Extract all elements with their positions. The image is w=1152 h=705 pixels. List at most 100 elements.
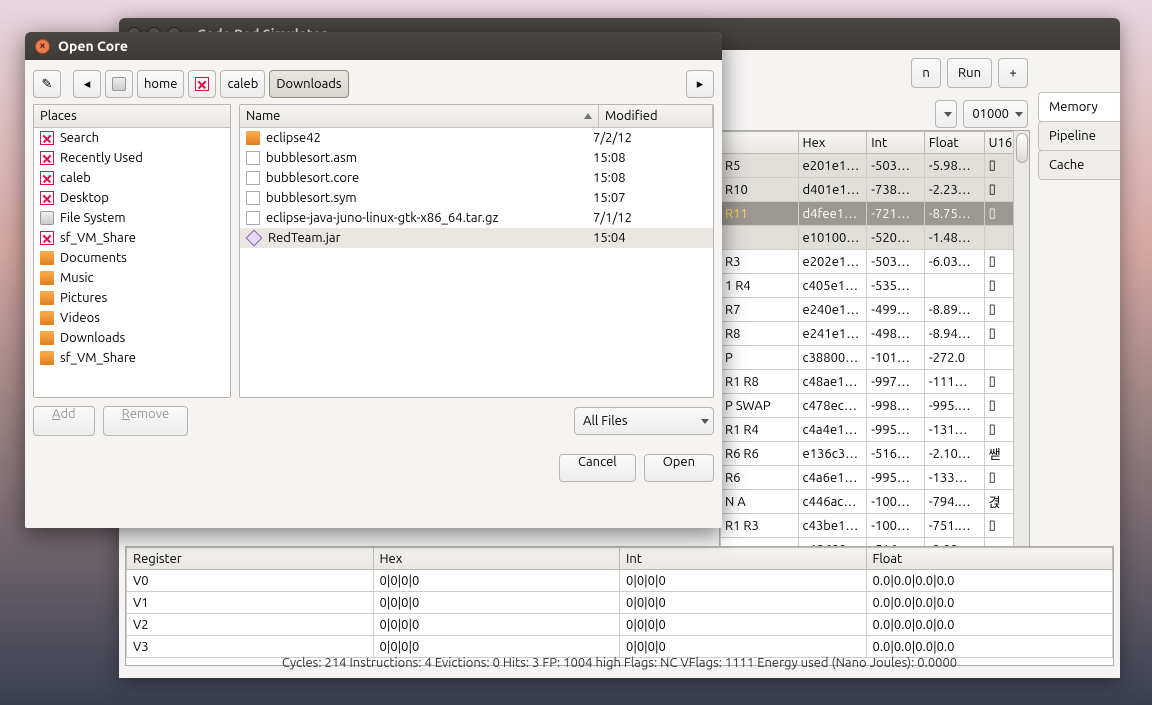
cancel-button[interactable]: Cancel	[559, 454, 636, 482]
address-value: 01000	[972, 107, 1009, 121]
col-name[interactable]: Name	[240, 105, 599, 127]
path-segment-downloads[interactable]: Downloads	[269, 70, 348, 98]
folder-icon	[40, 251, 54, 265]
file-modified: 15:08	[593, 171, 707, 185]
path-segment-home[interactable]: home	[137, 70, 184, 98]
mem-row[interactable]: R7e240e1…-499…-8.89…▯	[721, 298, 1029, 322]
register-table: RegisterHexIntFloat V00|0|0|00|0|0|00.0|…	[125, 546, 1114, 666]
path-root-button[interactable]	[105, 70, 133, 98]
place-label: sf_VM_Share	[60, 351, 136, 365]
mem-row[interactable]: P SWAPc478ec…-998…-995.…▯	[721, 394, 1029, 418]
reg-col[interactable]: Float	[866, 548, 1113, 570]
place-item[interactable]: Desktop	[34, 188, 230, 208]
file-row[interactable]: bubblesort.sym15:07	[240, 188, 713, 208]
mem-row[interactable]: R5e201e1…-503…-5.98…▯	[721, 154, 1029, 178]
reg-row[interactable]: V20|0|0|00|0|0|00.0|0.0|0.0|0.0	[127, 614, 1113, 636]
edit-path-button[interactable]: ✎	[33, 70, 61, 98]
place-item[interactable]: sf_VM_Share	[34, 228, 230, 248]
places-buttons: Add Remove All Files	[25, 398, 722, 444]
reg-row[interactable]: V30|0|0|00|0|0|00.0|0.0|0.0|0.0	[127, 636, 1113, 658]
place-label: Music	[60, 271, 94, 285]
broken-icon	[195, 77, 209, 91]
mem-row[interactable]: R6 R6e136c3…-516…-2.10…쌛	[721, 442, 1029, 466]
place-item[interactable]: Search	[34, 128, 230, 148]
file-modified: 7/2/12	[593, 131, 707, 145]
reg-row[interactable]: V10|0|0|00|0|0|00.0|0.0|0.0|0.0	[127, 592, 1113, 614]
tab-cache[interactable]: Cache	[1038, 150, 1120, 180]
file-name: eclipse-java-juno-linux-gtk-x86_64.tar.g…	[266, 211, 498, 225]
mem-row[interactable]: N Ac446ac…-100…-794.…겭	[721, 490, 1029, 514]
run-button[interactable]: Run	[947, 58, 992, 88]
mem-col-0[interactable]	[721, 132, 799, 154]
mem-row[interactable]: R10d401e1…-738…-2.23…▯	[721, 178, 1029, 202]
add-button[interactable]: +	[998, 58, 1028, 88]
file-row[interactable]: RedTeam.jar15:04	[240, 228, 713, 248]
mem-row[interactable]: R11d4fee1…-721…-8.75…▯	[721, 202, 1029, 226]
mem-row[interactable]: R3e202e1…-503…-6.03…▯	[721, 250, 1029, 274]
places-header: Places	[34, 105, 230, 128]
path-segment-user[interactable]	[188, 70, 216, 98]
place-item[interactable]: Music	[34, 268, 230, 288]
place-item[interactable]: Recently Used	[34, 148, 230, 168]
mem-row[interactable]: Pc38800…-101…-272.0	[721, 346, 1029, 370]
filter-value: All Files	[583, 414, 627, 428]
file-name: eclipse42	[266, 131, 321, 145]
place-item[interactable]: Pictures	[34, 288, 230, 308]
folder-icon	[40, 311, 54, 325]
remove-place-button[interactable]: Remove	[103, 406, 189, 436]
file-row[interactable]: eclipse42 7/2/12	[240, 128, 713, 148]
place-label: Downloads	[60, 331, 125, 345]
prev-button[interactable]: n	[911, 58, 941, 88]
place-item[interactable]: sf_VM_Share	[34, 348, 230, 368]
mem-row[interactable]: R1 R3c43be1…-100…-751.…▯	[721, 514, 1029, 538]
mem-col-1[interactable]: Hex	[798, 132, 867, 154]
file-row[interactable]: eclipse-java-juno-linux-gtk-x86_64.tar.g…	[240, 208, 713, 228]
file-name: bubblesort.sym	[266, 191, 357, 205]
reg-row[interactable]: V00|0|0|00|0|0|00.0|0.0|0.0|0.0	[127, 570, 1113, 592]
close-icon[interactable]	[35, 39, 50, 54]
file-filter[interactable]: All Files	[574, 407, 714, 435]
tab-pipeline[interactable]: Pipeline	[1038, 121, 1120, 151]
path-forward-button[interactable]: ▸	[686, 70, 714, 98]
place-label: Pictures	[60, 291, 107, 305]
place-item[interactable]: caleb	[34, 168, 230, 188]
file-row[interactable]: bubblesort.asm15:08	[240, 148, 713, 168]
place-item[interactable]: Videos	[34, 308, 230, 328]
reg-col[interactable]: Register	[127, 548, 374, 570]
file-row[interactable]: bubblesort.core15:08	[240, 168, 713, 188]
place-label: Recently Used	[60, 151, 143, 165]
mem-row[interactable]: e10100…-520…-1.48…	[721, 226, 1029, 250]
mem-row[interactable]: R6c4a6e1…-995…-133…▯	[721, 466, 1029, 490]
file-name: RedTeam.jar	[268, 231, 341, 245]
col-modified[interactable]: Modified	[599, 105, 713, 127]
reg-col[interactable]: Hex	[373, 548, 620, 570]
file-list: Name Modified eclipse42 7/2/12 bubblesort.…	[239, 104, 714, 398]
mem-col-2[interactable]: Int	[867, 132, 925, 154]
file-icon	[246, 171, 260, 185]
mem-col-3[interactable]: Float	[924, 132, 984, 154]
file-name: bubblesort.asm	[266, 151, 357, 165]
place-item[interactable]: Documents	[34, 248, 230, 268]
sort-asc-icon	[584, 113, 592, 119]
mem-row[interactable]: R1 R8c48ae1…-997…-111…▯	[721, 370, 1029, 394]
add-place-button[interactable]: Add	[33, 406, 95, 436]
mem-row[interactable]: 1 R4c405e1…-535…▯	[721, 274, 1029, 298]
path-segment-caleb[interactable]: caleb	[220, 70, 265, 98]
open-button[interactable]: Open	[644, 454, 714, 482]
tab-memory[interactable]: Memory	[1038, 92, 1120, 122]
mem-row[interactable]: R1 R4c4a4e1…-995…-131…▯	[721, 418, 1029, 442]
folder-icon	[40, 351, 54, 365]
mem-row[interactable]: R8e241e1…-498…-8.94…▯	[721, 322, 1029, 346]
path-back-button[interactable]: ◂	[73, 70, 101, 98]
place-label: caleb	[60, 171, 91, 185]
address-input[interactable]: 01000	[963, 100, 1028, 128]
place-item[interactable]: Downloads	[34, 328, 230, 348]
status-bar: Cycles: 214 Instructions: 4 Evictions: 0…	[119, 656, 1120, 670]
selector-left[interactable]	[935, 100, 957, 128]
scrollbar-thumb[interactable]	[1016, 133, 1028, 163]
open-dialog: Open Core ✎ ◂ home caleb Downloads ▸ Pla…	[25, 32, 722, 528]
scrollbar[interactable]	[1013, 131, 1029, 561]
reg-col[interactable]: Int	[620, 548, 867, 570]
place-item[interactable]: File System	[34, 208, 230, 228]
dialog-titlebar[interactable]: Open Core	[25, 32, 722, 60]
